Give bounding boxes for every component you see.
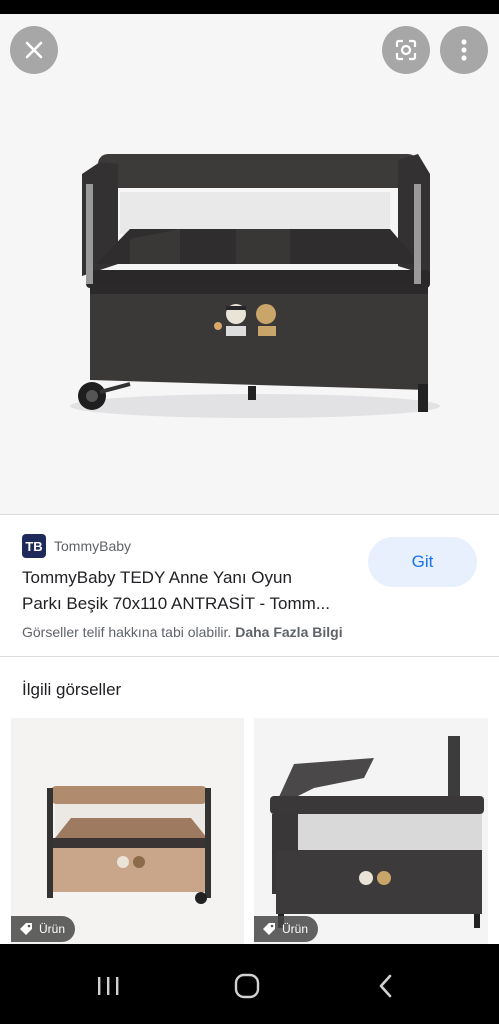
related-image-1[interactable]: Ürün bbox=[11, 718, 244, 944]
main-image[interactable] bbox=[0, 14, 499, 514]
back-icon bbox=[379, 974, 392, 998]
more-vert-icon bbox=[461, 39, 467, 61]
result-title[interactable]: TommyBaby TEDY Anne Yanı Oyun Parkı Beşi… bbox=[22, 565, 357, 617]
visit-button[interactable]: Git bbox=[368, 537, 477, 587]
visit-button-label: Git bbox=[411, 552, 434, 571]
google-lens-icon bbox=[395, 39, 417, 61]
home-button[interactable] bbox=[227, 968, 267, 1004]
recent-apps-icon bbox=[98, 977, 119, 995]
related-image-2[interactable]: Ürün bbox=[254, 718, 488, 944]
product-badge-label: Ürün bbox=[39, 922, 66, 936]
more-info-link[interactable]: Daha Fazla Bilgi bbox=[235, 624, 342, 640]
back-button[interactable] bbox=[366, 968, 406, 1004]
more-options-button[interactable] bbox=[440, 26, 488, 74]
divider bbox=[0, 656, 499, 657]
site-favicon: TB bbox=[22, 534, 46, 558]
result-title-line-2: Parkı Beşik 70x110 ANTRASİT - Tomm... bbox=[22, 594, 330, 613]
recent-apps-button[interactable] bbox=[88, 968, 128, 1004]
status-bar bbox=[0, 0, 499, 14]
divider bbox=[0, 514, 499, 515]
result-title-line-1: TommyBaby TEDY Anne Yanı Oyun bbox=[22, 568, 292, 587]
product-badge: Ürün bbox=[254, 916, 319, 942]
copyright-text: Görseller telif hakkına tabi olabilir. bbox=[22, 624, 236, 640]
product-badge: Ürün bbox=[11, 916, 76, 942]
home-icon bbox=[234, 973, 260, 999]
copyright-notice: Görseller telif hakkına tabi olabilir. D… bbox=[22, 624, 343, 640]
tag-icon bbox=[20, 923, 32, 935]
system-navigation-bar bbox=[0, 944, 499, 1024]
crib-tan-image bbox=[11, 718, 244, 944]
crib-dark-image bbox=[254, 718, 488, 944]
crib-product-image bbox=[0, 14, 499, 514]
lens-search-button[interactable] bbox=[382, 26, 430, 74]
related-images-heading: İlgili görseller bbox=[22, 680, 122, 699]
close-button[interactable] bbox=[10, 26, 58, 74]
source-row[interactable]: TB TommyBaby bbox=[22, 533, 131, 559]
source-name: TommyBaby bbox=[54, 538, 132, 554]
close-icon bbox=[25, 41, 43, 59]
product-badge-label: Ürün bbox=[282, 922, 309, 936]
tag-icon bbox=[263, 923, 275, 935]
